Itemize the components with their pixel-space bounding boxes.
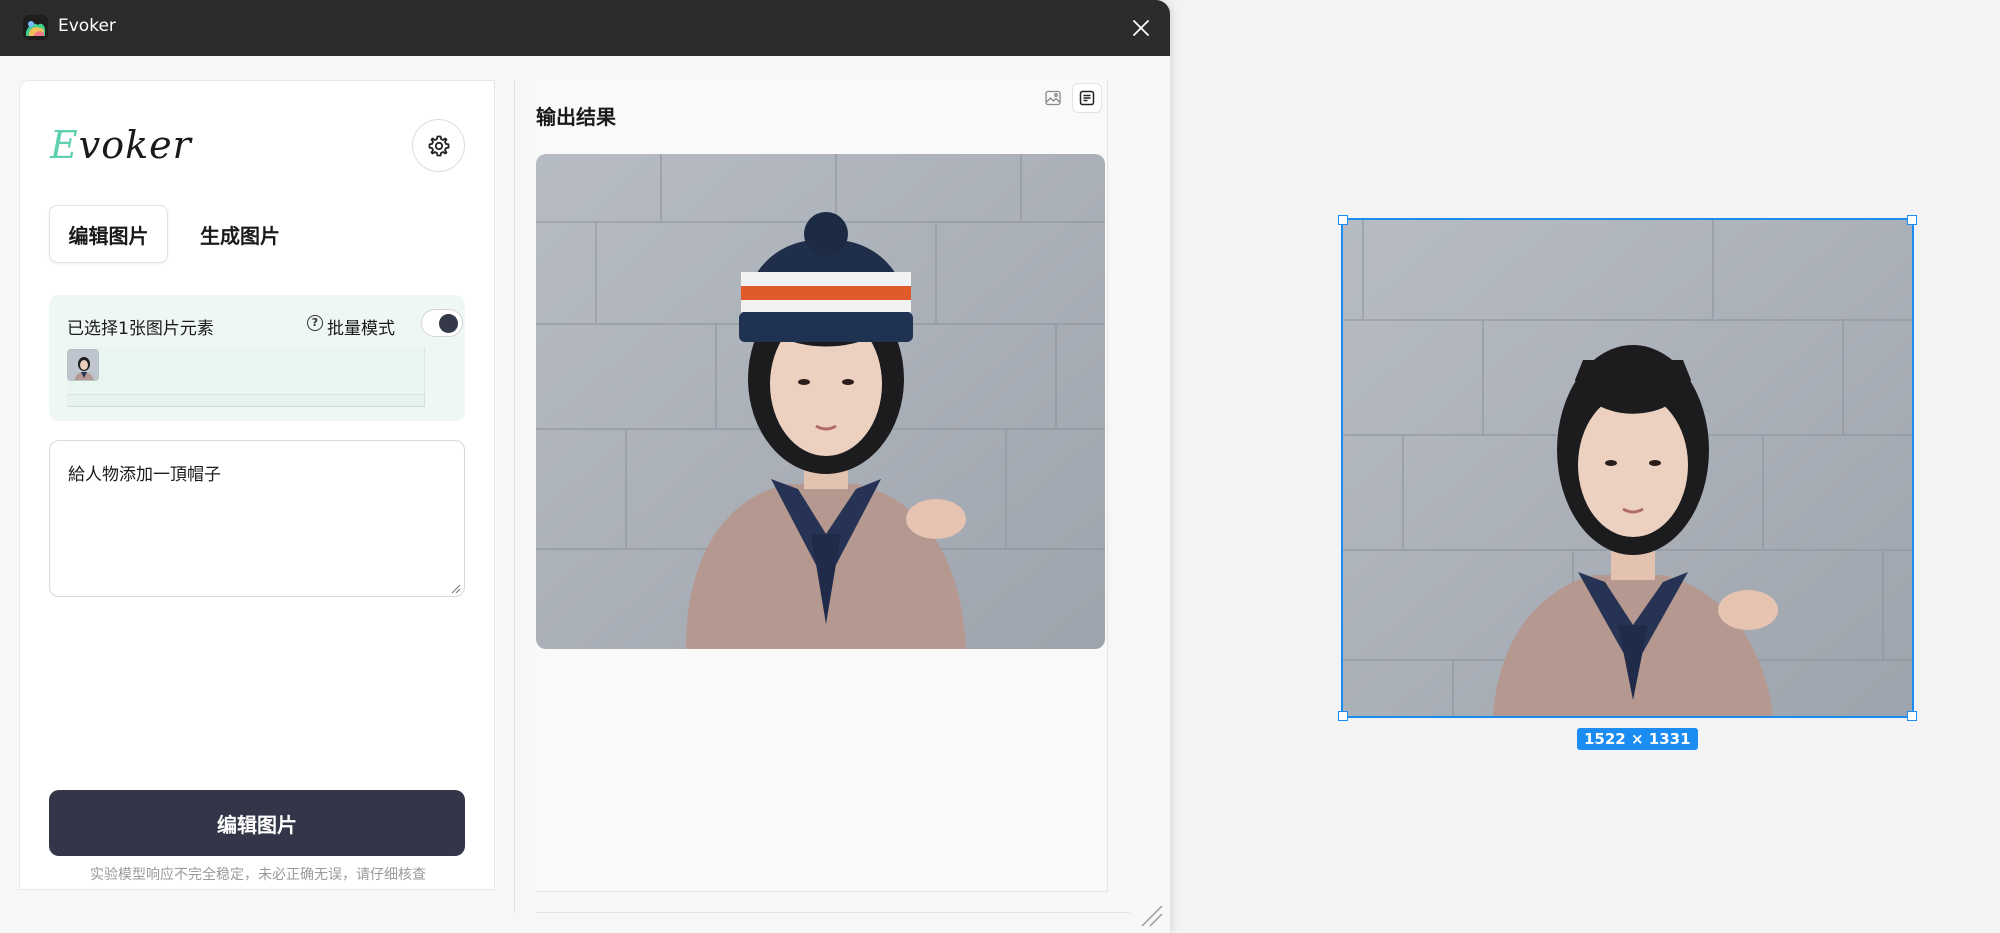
window-title: Evoker	[58, 16, 116, 36]
dimension-badge: 1522 × 1331	[1577, 728, 1698, 750]
tab-edit-image[interactable]: 编辑图片	[49, 205, 168, 263]
disclaimer-text: 实验模型响应不完全稳定，未必正确无误，请仔细核查	[90, 867, 426, 883]
image-view-icon	[1045, 90, 1061, 106]
toggle-knob	[439, 314, 458, 333]
help-icon[interactable]: ?	[307, 315, 323, 331]
panel-divider	[514, 80, 515, 913]
settings-button[interactable]	[412, 119, 465, 172]
selected-images-list	[67, 347, 425, 407]
app-icon	[23, 15, 48, 40]
output-title: 输出结果	[536, 105, 616, 129]
output-panel: 输出结果	[536, 80, 1108, 892]
gear-icon	[428, 135, 449, 156]
batch-mode-label: 批量模式	[327, 319, 395, 339]
close-icon	[1133, 20, 1149, 36]
tab-generate-image[interactable]: 生成图片	[182, 205, 298, 263]
evoker-logo: Evoker	[50, 123, 192, 167]
plugin-window: Evoker Evoker 编辑图片 生成图片 已选择1张图片元素 ? 批量模式	[0, 0, 1170, 933]
text-view-button[interactable]	[1072, 83, 1102, 113]
resize-handle-bottom-left[interactable]	[1338, 711, 1348, 721]
selection-panel: 已选择1张图片元素 ? 批量模式	[49, 295, 465, 421]
window-resize-icon[interactable]	[1138, 902, 1164, 928]
output-image[interactable]	[536, 154, 1105, 649]
batch-mode-toggle[interactable]	[421, 309, 463, 337]
control-panel: Evoker 编辑图片 生成图片 已选择1张图片元素 ? 批量模式 給人物添加一…	[19, 80, 495, 890]
image-view-button[interactable]	[1038, 83, 1068, 113]
edit-image-button[interactable]: 编辑图片	[49, 790, 465, 856]
selection-count-label: 已选择1张图片元素	[67, 319, 214, 339]
resize-handle-top-right[interactable]	[1907, 215, 1917, 225]
prompt-input[interactable]: 給人物添加一頂帽子	[49, 440, 465, 597]
selected-image-thumbnail[interactable]	[67, 349, 99, 381]
panel-bottom-divider	[536, 912, 1130, 913]
title-bar: Evoker	[0, 0, 1170, 56]
close-button[interactable]	[1126, 13, 1156, 43]
textarea-resize-icon[interactable]	[451, 584, 461, 594]
text-view-icon	[1079, 90, 1095, 106]
resize-handle-bottom-right[interactable]	[1907, 711, 1917, 721]
resize-handle-top-left[interactable]	[1338, 215, 1348, 225]
canvas-selected-image[interactable]	[1341, 218, 1914, 718]
